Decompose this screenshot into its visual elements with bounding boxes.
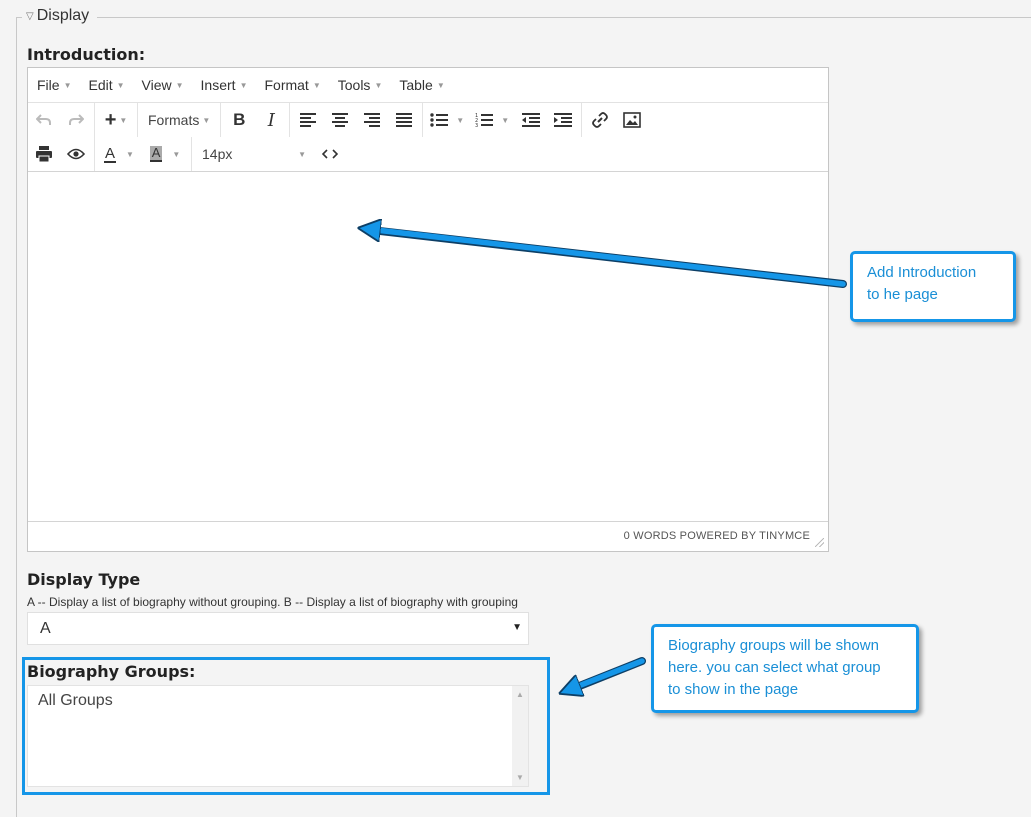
intro-callout: Add Introduction to he page bbox=[850, 251, 1016, 322]
intro-arrow bbox=[376, 230, 846, 287]
groups-callout: Biography groups will be shown here. you… bbox=[651, 624, 919, 713]
groups-arrow bbox=[576, 658, 645, 687]
